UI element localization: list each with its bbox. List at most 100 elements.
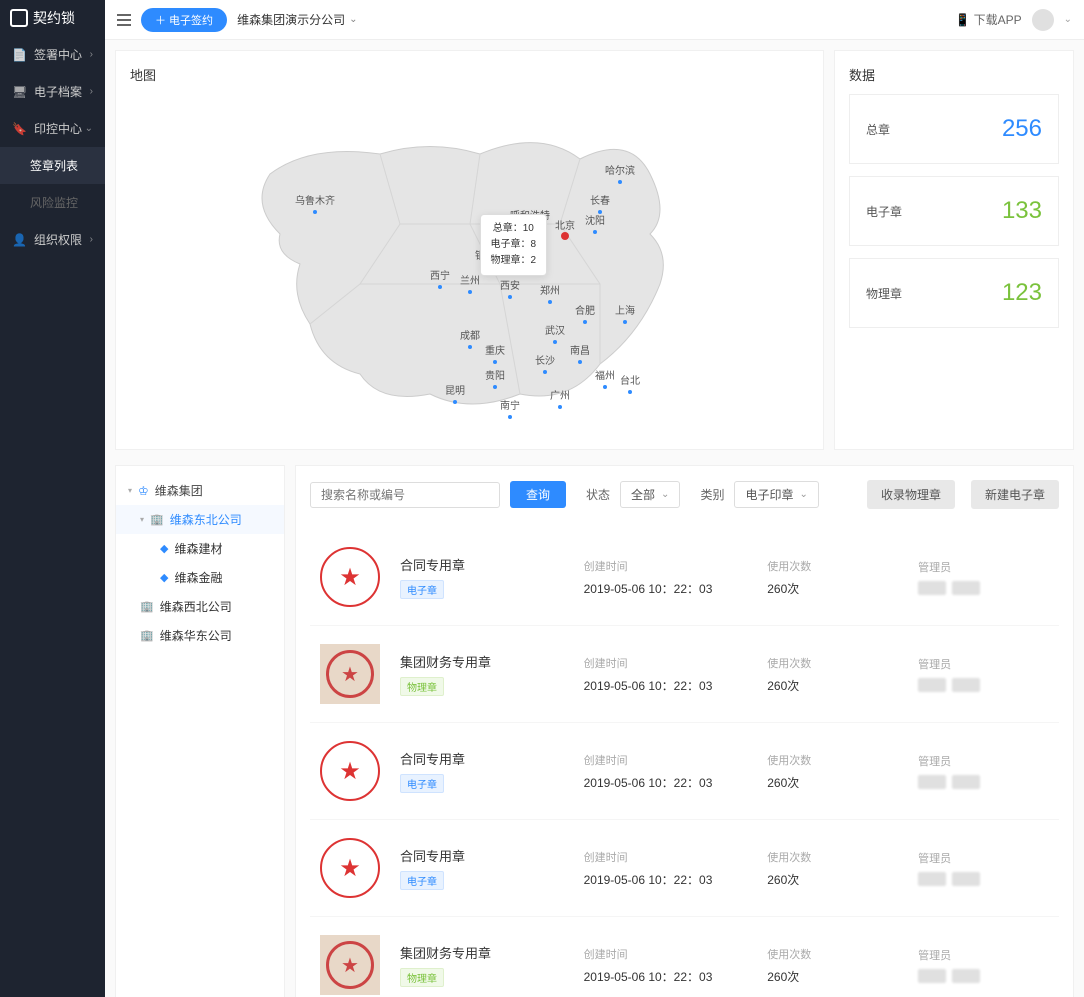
seal-tag: 物理章 (400, 677, 444, 696)
col-created-value: 2019-05-06 10：22：03 (584, 677, 748, 694)
new-eseal-button[interactable]: 新建电子章 (971, 480, 1059, 509)
stat-value: 123 (1002, 279, 1042, 307)
cube-icon: ◆ (160, 542, 168, 555)
col-created-label: 创建时间 (584, 946, 748, 962)
user-icon: 👤 (12, 233, 26, 247)
col-count-label: 使用次数 (767, 946, 898, 962)
nav-archive[interactable]: 🖥电子档案 › (0, 73, 105, 110)
chevron-right-icon: › (90, 234, 93, 245)
tree-item-label: 维森西北公司 (160, 598, 232, 615)
crown-icon: ♔ (138, 484, 149, 498)
svg-text:贵阳: 贵阳 (485, 369, 505, 382)
record-physical-button[interactable]: 收录物理章 (867, 480, 955, 509)
download-app-link[interactable]: 📱 下载APP (955, 11, 1021, 28)
svg-text:福州: 福州 (595, 369, 615, 382)
sidebar: 契约锁 📄签署中心 › 🖥电子档案 › 🔖印控中心 ⌄ 签章列表 风险监控 👤组… (0, 0, 105, 997)
brand-name: 契约锁 (33, 8, 75, 28)
svg-text:西安: 西安 (500, 279, 520, 292)
nav-sign-center[interactable]: 📄签署中心 › (0, 36, 105, 73)
svg-text:南昌: 南昌 (570, 344, 590, 357)
tree-item-label: 维森金融 (174, 569, 222, 586)
tree-item[interactable]: 🏢 维森华东公司 (116, 621, 284, 650)
col-admin-label: 管理员 (918, 559, 1049, 575)
svg-text:台北: 台北 (620, 374, 640, 387)
seal-name: 合同专用章 (400, 555, 564, 574)
tree-item[interactable]: 🏢维森西北公司 (116, 592, 284, 621)
stamp-icon: 🔖 (12, 122, 26, 136)
stat-card-2: 物理章123 (849, 258, 1059, 328)
data-title: 数据 (849, 65, 1059, 84)
col-count-label: 使用次数 (767, 752, 898, 768)
col-admin-label: 管理员 (918, 753, 1049, 769)
seal-row[interactable]: ★ 合同专用章 电子章 创建时间 2019-05-06 10：22：03 使用次… (310, 820, 1059, 917)
seal-circle: ★ (320, 741, 380, 801)
svg-text:重庆: 重庆 (485, 344, 505, 357)
svg-text:长沙: 长沙 (535, 355, 555, 367)
svg-text:北京: 北京 (555, 219, 575, 232)
nav-org-perm[interactable]: 👤组织权限 › (0, 221, 105, 258)
seal-row[interactable]: ★ 合同专用章 电子章 创建时间 2019-05-06 10：22：03 使用次… (310, 529, 1059, 626)
seal-tag: 电子章 (400, 774, 444, 793)
tree-item-label: 维森华东公司 (160, 627, 232, 644)
tree-item[interactable]: ◆ 维森金融 (116, 563, 284, 592)
svg-text:沈阳: 沈阳 (585, 214, 605, 227)
col-count-value: 260次 (767, 677, 898, 694)
svg-text:上海: 上海 (615, 304, 635, 317)
filter-bar: 查询 状态 全部 ⌄ 类别 电子印章 ⌄ 收录物理章 新建电子章 (310, 480, 1059, 509)
col-created-value: 2019-05-06 10：22：03 (584, 580, 748, 597)
svg-text:武汉: 武汉 (545, 324, 565, 337)
col-admin-value (918, 775, 1049, 789)
company-selector[interactable]: 维森集团演示分公司 ⌄ (237, 11, 357, 28)
chevron-right-icon: › (90, 86, 93, 97)
tree-collapse-icon: ▾ (128, 486, 132, 495)
type-select[interactable]: 电子印章 ⌄ (734, 481, 818, 508)
subnav-seal-list[interactable]: 签章列表 (0, 147, 105, 184)
phone-icon: 📱 (955, 13, 970, 27)
col-admin-value (918, 872, 1049, 886)
col-admin-label: 管理员 (918, 656, 1049, 672)
col-admin-value (918, 969, 1049, 983)
stat-value: 256 (1002, 115, 1042, 143)
stat-label: 总章 (866, 121, 890, 138)
seal-tag: 电子章 (400, 871, 444, 890)
svg-text:乌鲁木齐: 乌鲁木齐 (295, 194, 335, 207)
seal-tag: 物理章 (400, 968, 444, 987)
col-count-label: 使用次数 (767, 849, 898, 865)
menu-toggle-icon[interactable] (117, 14, 131, 26)
stat-card-0: 总章 256 (849, 94, 1059, 164)
map-tooltip: 总章：10 电子章：8 物理章：2 (480, 214, 548, 276)
svg-text:哈尔滨: 哈尔滨 (605, 164, 635, 177)
chevron-down-icon: ⌄ (1064, 14, 1072, 25)
col-admin-value (918, 678, 1049, 692)
user-avatar[interactable] (1032, 9, 1054, 31)
subnav-risk[interactable]: 风险监控 (0, 184, 105, 221)
search-input[interactable] (310, 482, 500, 508)
search-button[interactable]: 查询 (510, 481, 566, 508)
seal-row[interactable]: ★ 合同专用章 电子章 创建时间 2019-05-06 10：22：03 使用次… (310, 723, 1059, 820)
cube-icon: ◆ (160, 571, 168, 584)
nav-seal-center[interactable]: 🔖印控中心 ⌄ (0, 110, 105, 147)
tree-item[interactable]: ◆ 维森建材 (116, 534, 284, 563)
tree-root[interactable]: ▾ ♔ 维森集团 (116, 476, 284, 505)
tree-item[interactable]: ▾🏢维森东北公司 (116, 505, 284, 534)
seal-list-panel: 查询 状态 全部 ⌄ 类别 电子印章 ⌄ 收录物理章 新建电子章 (295, 465, 1074, 997)
col-created-value: 2019-05-06 10：22：03 (584, 871, 748, 888)
col-created-value: 2019-05-06 10：22：03 (584, 774, 748, 791)
seal-tag: 电子章 (400, 580, 444, 599)
building-icon: 🏢 (140, 629, 154, 642)
col-count-label: 使用次数 (767, 655, 898, 671)
svg-text:长春: 长春 (590, 195, 610, 207)
china-map[interactable]: 乌鲁木齐哈尔滨长春沈阳北京呼和浩特银川西宁兰州西安郑州合肥上海成都重庆武汉南昌长… (220, 104, 720, 424)
seal-photo: ★ (320, 935, 380, 995)
col-count-value: 260次 (767, 580, 898, 597)
col-created-label: 创建时间 (584, 849, 748, 865)
logo-icon (10, 9, 28, 27)
tree-expand-icon: ▾ (140, 515, 144, 524)
e-sign-button[interactable]: ＋ 电子签约 (141, 8, 227, 32)
col-created-label: 创建时间 (584, 558, 748, 574)
status-select[interactable]: 全部 ⌄ (620, 481, 680, 508)
seal-row[interactable]: ★ 集团财务专用章 物理章 创建时间 2019-05-06 10：22：03 使… (310, 626, 1059, 723)
map-panel: 地图 乌鲁木齐哈尔滨长春沈阳北京呼和浩特银川西宁兰州西安郑州合肥上海成都重庆武汉… (115, 50, 824, 450)
seal-row[interactable]: ★ 集团财务专用章 物理章 创建时间 2019-05-06 10：22：03 使… (310, 917, 1059, 997)
tree-item-label: 维森建材 (174, 540, 222, 557)
